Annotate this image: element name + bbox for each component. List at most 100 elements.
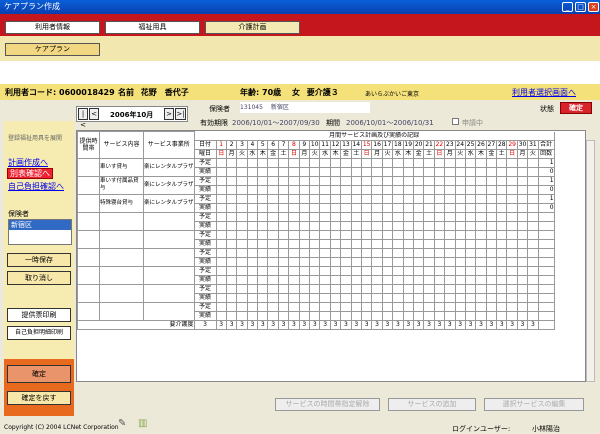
day-cell[interactable] [485, 274, 498, 285]
day-cell[interactable] [309, 193, 321, 204]
day-cell[interactable] [288, 247, 300, 258]
day-cell[interactable] [329, 283, 342, 294]
day-cell[interactable] [298, 157, 311, 168]
day-cell[interactable] [319, 310, 331, 321]
day-cell[interactable] [527, 256, 539, 267]
day-cell[interactable] [350, 265, 363, 276]
day-cell[interactable] [319, 175, 331, 186]
day-cell[interactable] [392, 175, 404, 186]
day-cell[interactable] [496, 274, 508, 285]
day-cell[interactable] [298, 166, 311, 177]
day-cell[interactable] [485, 220, 498, 231]
day-cell[interactable] [381, 310, 394, 321]
day-cell[interactable] [288, 274, 300, 285]
day-cell[interactable] [527, 274, 539, 285]
day-cell[interactable] [277, 193, 290, 204]
day-cell[interactable] [475, 184, 487, 195]
day-cell[interactable] [423, 202, 435, 213]
day-cell[interactable] [506, 229, 518, 240]
day-cell[interactable] [454, 247, 466, 258]
service-cell[interactable] [99, 229, 144, 249]
day-cell[interactable] [360, 301, 373, 312]
day-cell[interactable] [496, 283, 508, 294]
day-cell[interactable] [402, 238, 414, 249]
day-cell[interactable] [215, 184, 227, 195]
day-cell[interactable] [340, 229, 352, 240]
day-cell[interactable] [277, 175, 290, 186]
day-cell[interactable] [215, 265, 227, 276]
office-cell[interactable] [143, 229, 195, 249]
day-cell[interactable] [496, 238, 508, 249]
day-cell[interactable] [267, 166, 279, 177]
day-cell[interactable] [454, 274, 466, 285]
day-cell[interactable] [381, 283, 394, 294]
day-cell[interactable] [433, 184, 446, 195]
day-cell[interactable] [433, 229, 446, 240]
day-cell[interactable] [329, 265, 342, 276]
day-cell[interactable] [475, 166, 487, 177]
attachment-confirm-link[interactable]: 別表確認へ [7, 168, 53, 179]
office-cell[interactable] [143, 265, 195, 285]
day-cell[interactable] [464, 301, 477, 312]
day-cell[interactable] [475, 265, 487, 276]
day-cell[interactable] [298, 283, 311, 294]
day-cell[interactable] [423, 265, 435, 276]
day-cell[interactable] [309, 256, 321, 267]
time-cell[interactable] [77, 193, 100, 213]
service-cell[interactable]: 車いす付属品貸与 [99, 175, 144, 195]
day-cell[interactable] [246, 193, 259, 204]
day-cell[interactable] [444, 256, 456, 267]
day-cell[interactable] [257, 283, 269, 294]
day-cell[interactable] [277, 184, 290, 195]
day-cell[interactable] [236, 265, 248, 276]
day-cell[interactable] [360, 184, 373, 195]
day-cell[interactable] [340, 220, 352, 231]
time-cell[interactable] [77, 301, 100, 321]
day-cell[interactable] [527, 265, 539, 276]
day-cell[interactable] [225, 310, 238, 321]
tab-care-plan[interactable]: 介護計画 [205, 21, 300, 34]
day-cell[interactable] [246, 220, 259, 231]
day-cell[interactable] [516, 247, 529, 258]
day-cell[interactable] [454, 310, 466, 321]
day-cell[interactable] [246, 166, 259, 177]
day-cell[interactable] [371, 247, 383, 258]
day-cell[interactable] [360, 283, 373, 294]
day-cell[interactable] [246, 301, 259, 312]
day-cell[interactable] [267, 157, 279, 168]
day-cell[interactable] [350, 229, 363, 240]
day-cell[interactable] [309, 184, 321, 195]
day-cell[interactable] [423, 283, 435, 294]
day-cell[interactable] [496, 211, 508, 222]
day-cell[interactable] [267, 247, 279, 258]
day-cell[interactable] [381, 193, 394, 204]
day-cell[interactable] [392, 166, 404, 177]
day-cell[interactable] [371, 202, 383, 213]
day-cell[interactable] [329, 202, 342, 213]
day-cell[interactable] [464, 166, 477, 177]
day-cell[interactable] [496, 301, 508, 312]
day-cell[interactable] [319, 265, 331, 276]
day-cell[interactable] [371, 229, 383, 240]
day-cell[interactable] [516, 184, 529, 195]
day-cell[interactable] [277, 202, 290, 213]
day-cell[interactable] [444, 166, 456, 177]
grid-row[interactable]: 予定 [77, 265, 555, 285]
day-cell[interactable] [454, 166, 466, 177]
day-cell[interactable] [475, 247, 487, 258]
grid-row[interactable]: 車いす付属品貸与 楽にレンタルプラザ 予定 1 [77, 175, 555, 195]
day-cell[interactable] [298, 301, 311, 312]
day-cell[interactable] [496, 184, 508, 195]
day-cell[interactable] [371, 166, 383, 177]
day-cell[interactable] [475, 256, 487, 267]
day-cell[interactable] [340, 202, 352, 213]
day-cell[interactable] [298, 256, 311, 267]
day-cell[interactable] [485, 301, 498, 312]
day-cell[interactable] [236, 157, 248, 168]
day-cell[interactable] [381, 229, 394, 240]
service-cell[interactable]: 特殊寝台貸与 [99, 193, 144, 213]
day-cell[interactable] [516, 166, 529, 177]
day-cell[interactable] [423, 184, 435, 195]
day-cell[interactable] [298, 193, 311, 204]
day-cell[interactable] [516, 175, 529, 186]
